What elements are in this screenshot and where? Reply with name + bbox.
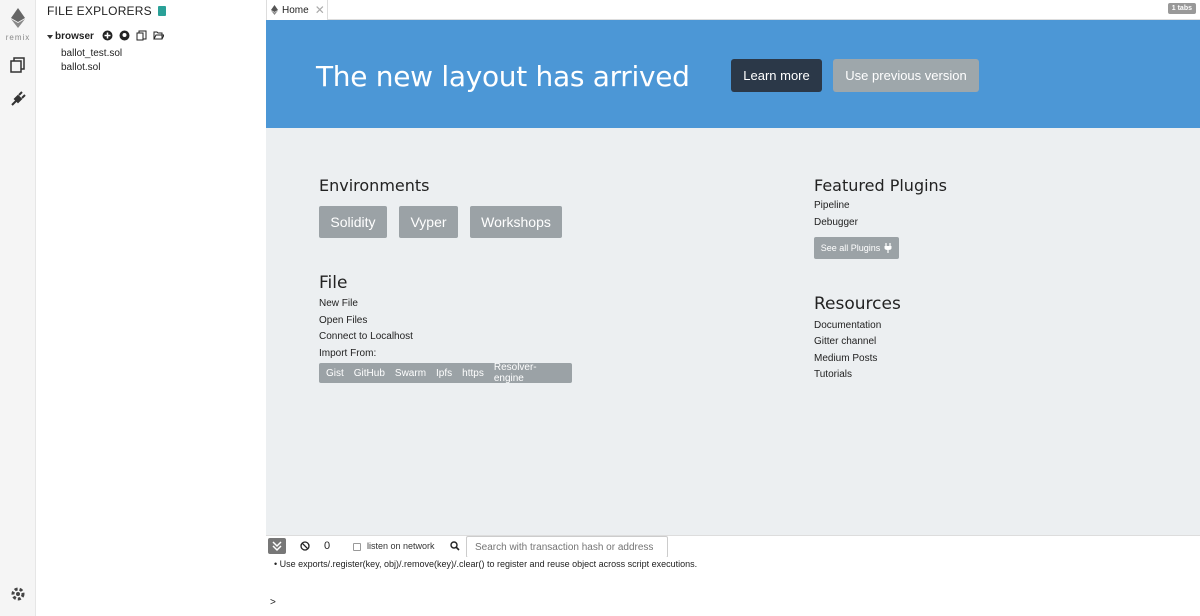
main-area: Home ✕ 1 tabs The new layout has arrived…	[266, 0, 1200, 616]
gitter-link[interactable]: Gitter channel	[814, 336, 876, 347]
tab-count-badge[interactable]: 1 tabs	[1167, 3, 1196, 14]
pending-tx-count: 0	[324, 540, 331, 552]
remix-logo-text: remix	[5, 33, 31, 42]
terminal-output: • Use exports/.register(key, obj)/.remov…	[266, 557, 1200, 616]
new-file-link[interactable]: New File	[319, 298, 358, 309]
settings-button[interactable]	[9, 585, 27, 603]
workshops-button[interactable]: Workshops	[470, 206, 562, 238]
panel-title-text: FILE EXPLORERS	[47, 4, 152, 18]
caret-down-icon	[47, 34, 53, 39]
file-item[interactable]: ballot.sol	[61, 62, 100, 73]
import-resolver-button[interactable]: Resolver-engine	[494, 362, 562, 384]
terminal-prompt[interactable]: >	[270, 597, 276, 608]
github-icon[interactable]	[119, 30, 130, 41]
ethereum-icon	[11, 8, 25, 28]
copy-icon[interactable]	[136, 30, 147, 41]
import-https-button[interactable]: https	[462, 368, 484, 379]
transaction-search-input[interactable]	[466, 536, 668, 558]
banner: The new layout has arrived Learn more Us…	[266, 20, 1200, 128]
close-icon[interactable]: ✕	[315, 3, 325, 17]
banner-headline: The new layout has arrived	[316, 60, 690, 93]
tree-actions	[102, 30, 165, 41]
file-heading: File	[319, 273, 348, 293]
add-file-icon[interactable]	[102, 30, 113, 41]
plug-icon	[884, 243, 892, 253]
open-files-link[interactable]: Open Files	[319, 315, 367, 326]
import-sources: Gist GitHub Swarm Ipfs https Resolver-en…	[319, 362, 572, 384]
clear-console-icon[interactable]	[300, 541, 310, 551]
tutorials-link[interactable]: Tutorials	[814, 369, 852, 380]
icon-rail: remix	[0, 0, 36, 616]
file-explorer-button[interactable]	[9, 56, 27, 74]
listen-network-checkbox[interactable]	[353, 543, 361, 551]
solidity-button[interactable]: Solidity	[319, 206, 387, 238]
book-icon[interactable]	[157, 6, 166, 16]
chevron-double-down-icon	[272, 541, 282, 552]
featured-plugins-heading: Featured Plugins	[814, 176, 948, 195]
terminal-log-line: • Use exports/.register(key, obj)/.remov…	[274, 559, 698, 569]
import-from-label: Import From:	[319, 348, 377, 359]
settings-icon	[11, 587, 25, 601]
tree-root-browser[interactable]: browser	[47, 31, 94, 42]
documentation-link[interactable]: Documentation	[814, 320, 881, 331]
connect-localhost-link[interactable]: Connect to Localhost	[319, 331, 413, 342]
listen-network-label: listen on network	[367, 541, 435, 551]
learn-more-button[interactable]: Learn more	[731, 59, 822, 92]
tab-label: Home	[282, 4, 309, 16]
vyper-button[interactable]: Vyper	[399, 206, 458, 238]
import-gist-button[interactable]: Gist	[326, 368, 344, 379]
open-folder-icon[interactable]	[153, 30, 165, 41]
environments-heading: Environments	[319, 176, 430, 195]
import-swarm-button[interactable]: Swarm	[395, 368, 426, 379]
tab-home[interactable]: Home ✕	[266, 0, 328, 20]
file-item[interactable]: ballot_test.sol	[61, 48, 122, 59]
import-github-button[interactable]: GitHub	[354, 368, 385, 379]
terminal-toolbar: 0 listen on network	[266, 535, 1200, 558]
terminal-log-text: Use exports/.register(key, obj)/.remove(…	[279, 559, 698, 569]
tree-root-label: browser	[55, 31, 94, 42]
medium-link[interactable]: Medium Posts	[814, 353, 877, 364]
resources-heading: Resources	[814, 294, 901, 314]
see-all-plugins-label: See all Plugins	[820, 243, 881, 253]
search-icon	[450, 541, 460, 551]
plugin-manager-button[interactable]	[9, 90, 27, 108]
import-ipfs-button[interactable]: Ipfs	[436, 368, 452, 379]
debugger-link[interactable]: Debugger	[814, 217, 858, 228]
previous-version-button[interactable]: Use previous version	[833, 59, 979, 92]
panel-title: FILE EXPLORERS	[47, 4, 166, 18]
file-explorer-panel: FILE EXPLORERS browser ballot_test.sol b…	[36, 0, 266, 616]
ethereum-icon	[271, 5, 278, 15]
tab-bar: Home ✕ 1 tabs	[266, 0, 1200, 20]
pipeline-link[interactable]: Pipeline	[814, 200, 850, 211]
see-all-plugins-button[interactable]: See all Plugins	[814, 237, 899, 259]
remix-logo[interactable]: remix	[0, 8, 36, 42]
file-explorer-icon	[10, 57, 25, 73]
toggle-terminal-button[interactable]	[268, 538, 286, 554]
plugin-manager-icon	[11, 91, 26, 106]
